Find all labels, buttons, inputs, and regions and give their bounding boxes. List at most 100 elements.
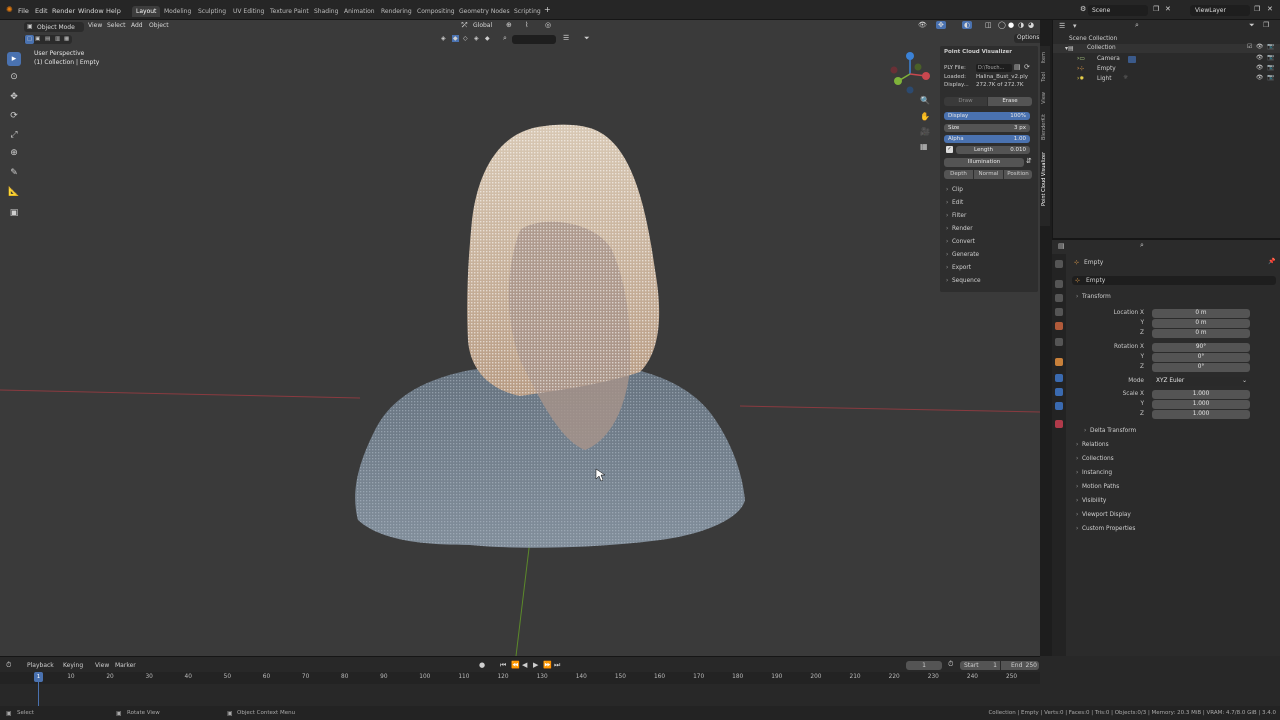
add-cube-tool-icon[interactable]: ▣ (7, 206, 21, 220)
select-intersect-icon[interactable]: ▦ (64, 35, 69, 44)
tab-scripting[interactable]: Scripting (510, 6, 545, 17)
blender-logo-icon[interactable]: ✺ (6, 5, 13, 14)
shade-normal-button[interactable]: Normal (974, 170, 1003, 179)
camera-view-icon[interactable]: 🎥 (920, 127, 930, 136)
delete-scene-icon[interactable]: ✕ (1165, 5, 1171, 13)
tab-point-cloud-visualizer[interactable]: Point Cloud Visualizer (1041, 152, 1049, 206)
timeline-menu-keying[interactable]: Keying (63, 662, 83, 669)
outliner-editor-icon[interactable]: ☰ (1059, 22, 1065, 30)
play-reverse-icon[interactable]: ◀ (522, 661, 527, 669)
location-z-field[interactable]: 0 m (1152, 329, 1250, 338)
menu-help[interactable]: Help (106, 7, 121, 15)
overlays-toggle-icon[interactable]: ◐ (962, 21, 973, 29)
jump-end-icon[interactable]: ⏭ (554, 661, 560, 670)
alpha-slider[interactable]: Alpha 1.00 (944, 135, 1030, 143)
scale-y-field[interactable]: 1.000 (1152, 400, 1250, 409)
section-transform[interactable]: Transform (1076, 294, 1111, 300)
render-tab-icon[interactable] (1055, 280, 1063, 288)
zoom-icon[interactable]: 🔍 (920, 96, 930, 105)
properties-editor-icon[interactable]: ▤ (1058, 242, 1065, 250)
funnel-icon[interactable]: ⏷ (584, 34, 590, 43)
play-icon[interactable]: ▶ (533, 661, 538, 669)
section-edit[interactable]: Edit (946, 200, 963, 206)
jump-start-icon[interactable]: ⏮ (500, 661, 506, 670)
section-motion-paths[interactable]: Motion Paths (1076, 484, 1119, 490)
menu-file[interactable]: File (18, 7, 29, 15)
outliner-search-icon[interactable]: ⌕ (1135, 21, 1139, 30)
section-clip[interactable]: Clip (946, 187, 963, 193)
new-scene-icon[interactable]: ❐ (1153, 5, 1159, 13)
camera-render-icon[interactable]: 📷 (1267, 55, 1274, 61)
illumination-toggle[interactable]: Illumination (944, 158, 1024, 167)
tab-geometry-nodes[interactable]: Geometry Nodes (455, 6, 514, 17)
record-icon[interactable]: ● (479, 661, 485, 669)
empty-eye-icon[interactable]: 👁 (1256, 65, 1263, 71)
view-layer-selector[interactable]: ViewLayer (1190, 5, 1250, 16)
select-box-tool[interactable]: ▸ (7, 52, 21, 66)
scale-x-field[interactable]: 1.000 (1152, 390, 1250, 399)
shading-solid-icon[interactable]: ● (1008, 21, 1014, 29)
snap-icon[interactable]: ⌇ (525, 21, 528, 29)
add-workspace-icon[interactable]: + (544, 5, 551, 14)
menu-edit[interactable]: Edit (35, 7, 48, 15)
erase-button[interactable]: Erase (988, 97, 1032, 106)
end-frame-field[interactable]: End 250 (1001, 661, 1039, 670)
location-x-field[interactable]: 0 m (1152, 309, 1250, 318)
rotation-y-field[interactable]: 0° (1152, 353, 1250, 362)
menu-window[interactable]: Window (78, 7, 104, 15)
cursor-tool-icon[interactable]: ⊙ (7, 70, 21, 84)
texture-tab-icon[interactable] (1055, 420, 1063, 428)
light-render-icon[interactable]: 📷 (1267, 75, 1274, 81)
measure-tool-icon[interactable]: 📐 (7, 185, 21, 199)
proportional-edit-icon[interactable]: ◎ (545, 21, 551, 29)
tab-sculpting[interactable]: Sculpting (194, 6, 230, 17)
ortho-toggle-icon[interactable]: ▦ (920, 142, 928, 151)
tab-shading[interactable]: Shading (310, 6, 342, 17)
section-custom-properties[interactable]: Custom Properties (1076, 526, 1135, 532)
collection-checkbox-icon[interactable]: ☑ (1247, 44, 1252, 50)
outliner-scene-collection[interactable]: Scene Collection (1069, 36, 1117, 42)
gizmo-toggle-icon[interactable]: ✥ (936, 21, 946, 29)
scene-icon[interactable]: ⚙ (1080, 5, 1086, 13)
orientation-icon[interactable]: ⤱ (462, 21, 468, 30)
tool-tab-icon[interactable] (1055, 260, 1063, 268)
annotate-tool-icon[interactable]: ✎ (7, 166, 21, 180)
filter-icon-3[interactable]: ◇ (463, 35, 468, 42)
menu-render[interactable]: Render (52, 7, 75, 15)
shading-wireframe-icon[interactable]: ◯ (998, 21, 1006, 29)
filter-icon-5[interactable]: ◆ (485, 35, 490, 42)
display-percent-slider[interactable]: Display 100% (944, 112, 1030, 120)
tab-view[interactable]: View (1041, 92, 1049, 104)
location-y-field[interactable]: 0 m (1152, 319, 1250, 328)
properties-search-icon[interactable]: ⌕ (1140, 241, 1144, 250)
section-viewport-display[interactable]: Viewport Display (1076, 512, 1131, 518)
section-collections[interactable]: Collections (1076, 456, 1114, 462)
outliner-collection-row[interactable]: ▾▤ Collection ☑ 👁 📷 (1053, 44, 1280, 53)
tab-modeling[interactable]: Modeling (160, 6, 195, 17)
vp-menu-add[interactable]: Add (131, 22, 143, 29)
draw-button[interactable]: Draw (944, 97, 987, 106)
scene-selector[interactable]: Scene (1088, 5, 1148, 16)
filter-icon-1[interactable]: ◈ (441, 35, 446, 42)
rotate-tool-icon[interactable]: ⟳ (7, 109, 21, 123)
tab-uv-editing[interactable]: UV Editing (229, 6, 268, 17)
section-relations[interactable]: Relations (1076, 442, 1109, 448)
new-view-layer-icon[interactable]: ❐ (1254, 5, 1260, 13)
move-tool-icon[interactable]: ✥ (7, 90, 21, 104)
outliner-light-row[interactable]: ›✹ Light ☼ 👁 📷 (1053, 75, 1280, 84)
timeline-ruler[interactable] (0, 672, 1040, 684)
pan-hand-icon[interactable]: ✋ (920, 112, 930, 121)
normals-checkbox[interactable]: ✓ (946, 146, 953, 153)
start-frame-field[interactable]: Start 1 (960, 661, 1000, 670)
shading-material-icon[interactable]: ◑ (1018, 21, 1024, 29)
timeline-editor-icon[interactable]: ⏱ (6, 661, 11, 670)
tab-layout[interactable]: Layout (132, 6, 161, 17)
tab-tool[interactable]: Tool (1041, 72, 1049, 82)
scale-tool-icon[interactable]: ⤢ (7, 128, 21, 142)
camera-eye-icon[interactable]: 👁 (1256, 55, 1263, 61)
light-eye-icon[interactable]: 👁 (1256, 75, 1263, 81)
section-filter[interactable]: Filter (946, 213, 967, 219)
tab-animation[interactable]: Animation (340, 6, 379, 17)
playhead-frame[interactable]: 1 (34, 672, 43, 682)
next-keyframe-icon[interactable]: ⏩ (543, 661, 552, 669)
